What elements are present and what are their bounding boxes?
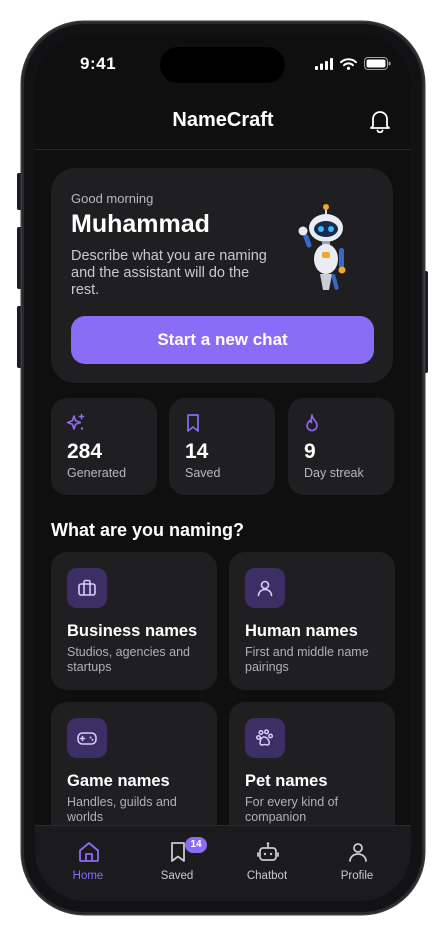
cellular-signal-icon (315, 57, 333, 70)
dynamic-island (160, 47, 285, 83)
category-icon-box (67, 568, 107, 608)
section-title: What are you naming? (51, 520, 245, 540)
stat-label: Generated (67, 466, 127, 480)
bell-icon (370, 111, 390, 134)
category-title: Game names (67, 772, 170, 790)
category-description: For every kind of companion (245, 795, 339, 824)
phone-frame: 9:41 NameCraft Good morning Muhammad Des… (22, 22, 424, 914)
gamepad-icon (77, 732, 97, 745)
paw-icon (255, 729, 274, 746)
user-name: Muhammad (71, 210, 210, 238)
stat-value: 14 (185, 440, 209, 463)
tab-label: Chatbot (246, 870, 288, 882)
tab-label: Saved (160, 870, 194, 882)
wifi-icon (340, 57, 357, 70)
tab-profile[interactable]: Profile (310, 826, 404, 886)
app-title: NameCraft (172, 109, 274, 131)
stat-label: Saved (185, 466, 221, 480)
briefcase-icon (78, 579, 96, 596)
category-title: Human names (245, 622, 358, 640)
stat-value: 284 (67, 440, 103, 463)
robot-icon (257, 842, 279, 861)
status-icons (315, 57, 391, 70)
home-icon (79, 842, 99, 862)
tab-saved[interactable]: 14 Saved (130, 826, 224, 886)
flame-icon (306, 414, 318, 432)
category-description: First and middle name pairings (245, 645, 369, 674)
tab-chatbot[interactable]: Chatbot (220, 826, 314, 886)
screen: 9:41 NameCraft Good morning Muhammad Des… (35, 35, 411, 901)
tab-home[interactable]: Home (41, 826, 135, 886)
robot-mascot-icon (291, 204, 353, 299)
profile-icon (349, 843, 367, 862)
category-title: Pet names (245, 772, 328, 790)
category-human-names[interactable]: Human names First and middle name pairin… (229, 552, 395, 690)
battery-icon (364, 57, 391, 70)
category-description: Handles, guilds and worlds (67, 795, 177, 824)
category-icon-box (67, 718, 107, 758)
status-time: 9:41 (80, 54, 117, 73)
category-icon-box (245, 568, 285, 608)
tab-label: Home (72, 870, 104, 882)
person-icon (257, 580, 273, 597)
stat-card-generated: 284 Generated (51, 398, 157, 495)
category-business-names[interactable]: Business names Studios, agencies and sta… (51, 552, 217, 690)
bookmark-icon (187, 414, 199, 432)
category-description: Studios, agencies and startups (67, 645, 191, 674)
sparkles-icon (66, 413, 85, 430)
tab-bar: Home 14 Saved Chatbot Profile (35, 825, 411, 901)
tab-label: Profile (340, 870, 374, 882)
greeting-salutation: Good morning (71, 191, 154, 206)
stat-label: Day streak (304, 466, 364, 480)
greeting-card: Good morning Muhammad Describe what you … (51, 168, 393, 383)
stat-card-saved: 14 Saved (169, 398, 275, 495)
category-pet-names[interactable]: Pet names For every kind of companion (229, 702, 395, 840)
start-new-chat-button[interactable]: Start a new chat (71, 316, 374, 364)
stat-value: 9 (304, 440, 316, 463)
notifications-button[interactable] (369, 109, 391, 138)
saved-count-badge: 14 (185, 837, 207, 853)
app-header: NameCraft (35, 103, 411, 150)
greeting-description: Describe what you are naming and the ass… (71, 248, 267, 298)
stat-card-day-streak: 9 Day streak (288, 398, 394, 495)
category-icon-box (245, 718, 285, 758)
category-title: Business names (67, 622, 198, 640)
category-game-names[interactable]: Game names Handles, guilds and worlds (51, 702, 217, 840)
